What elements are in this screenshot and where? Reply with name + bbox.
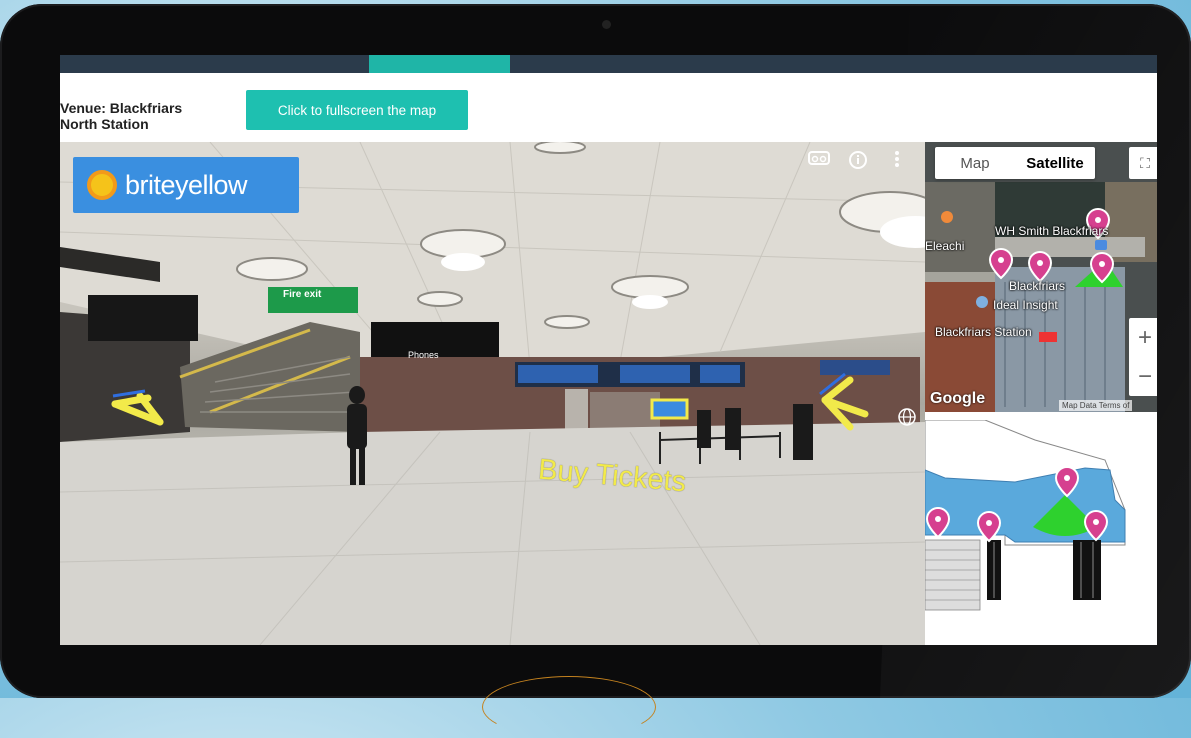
- map-attribution[interactable]: Map Data Terms of: [1059, 400, 1133, 411]
- venue-line-1: Venue: Blackfriars: [60, 100, 183, 116]
- satellite-map[interactable]: Map Satellite ⛶ WH Smith Blackfriars Ele…: [925, 142, 1157, 412]
- floor-plan-drawing: [925, 420, 1126, 611]
- google-logo: Google: [930, 390, 986, 407]
- map-label-wh-smith[interactable]: WH Smith Blackfriars: [995, 224, 1108, 238]
- map-type-toggle: Map Satellite: [935, 147, 1095, 179]
- zoom-out-button[interactable]: −: [1129, 357, 1157, 396]
- zoom-in-button[interactable]: +: [1129, 318, 1157, 357]
- map-label-blackfriars[interactable]: Blackfriars: [1009, 279, 1065, 293]
- nav-tab-active[interactable]: [369, 55, 510, 73]
- satellite-imagery: [925, 142, 1157, 412]
- map-label-ideal-insight[interactable]: Ideal Insight: [993, 298, 1058, 312]
- panorama-viewer[interactable]: Fire exit Phones briteyellow Buy Tickets: [60, 142, 925, 645]
- floor-plan-map[interactable]: [925, 420, 1157, 645]
- tablet-frame: Venue: Blackfriars North Station Click t…: [0, 4, 1191, 738]
- phones-sign: Phones: [408, 350, 439, 360]
- map-fullscreen-icon[interactable]: ⛶: [1129, 147, 1157, 179]
- home-button[interactable]: [482, 676, 656, 738]
- fullscreen-map-button[interactable]: Click to fullscreen the map: [246, 90, 468, 130]
- map-label-eleachi[interactable]: Eleachi: [925, 239, 964, 253]
- fire-exit-sign: Fire exit: [268, 287, 358, 313]
- sun-logo-icon: [87, 170, 117, 200]
- zoom-control: + −: [1129, 318, 1157, 396]
- brand-name: briteyellow: [125, 169, 248, 200]
- screen: Venue: Blackfriars North Station Click t…: [60, 55, 1157, 645]
- top-nav-bar: [60, 55, 1157, 73]
- camera-icon: [602, 20, 611, 29]
- venue-title: Venue: Blackfriars North Station: [60, 100, 230, 132]
- map-type-map[interactable]: Map: [935, 147, 1015, 179]
- map-type-satellite[interactable]: Satellite: [1015, 147, 1095, 179]
- brand-logo: briteyellow: [73, 157, 299, 213]
- venue-line-2: North Station: [60, 116, 149, 132]
- panorama-scene: [60, 142, 925, 645]
- map-label-blackfriars-station[interactable]: Blackfriars Station: [935, 325, 1032, 339]
